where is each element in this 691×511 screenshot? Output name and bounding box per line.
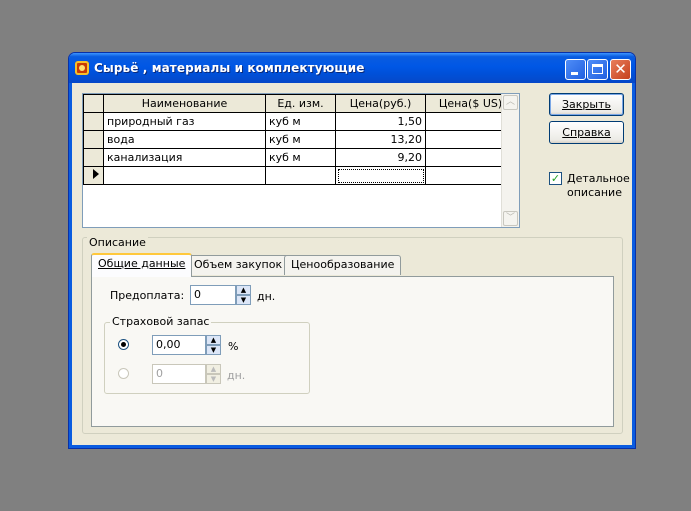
- cell-unit[interactable]: куб м: [265, 130, 336, 149]
- spin-up-icon[interactable]: ▲: [206, 335, 221, 345]
- minimize-button[interactable]: [565, 59, 586, 80]
- percent-input[interactable]: 0,00: [152, 335, 206, 355]
- tab-pricing[interactable]: Ценообразование: [284, 255, 402, 275]
- row-indicator[interactable]: [83, 112, 104, 131]
- tab-pricing-label: Ценообразование: [291, 258, 395, 271]
- table-row[interactable]: природный газ куб м 1,50: [83, 112, 516, 131]
- cell-unit[interactable]: куб м: [265, 148, 336, 167]
- row-indicator[interactable]: [83, 130, 104, 149]
- new-cell-unit[interactable]: [265, 166, 336, 185]
- column-header-price-rub[interactable]: Цена(руб.): [335, 94, 426, 113]
- table-row[interactable]: канализация куб м 9,20: [83, 148, 516, 167]
- description-legend: Описание: [87, 236, 148, 249]
- help-button[interactable]: Справка: [549, 121, 624, 144]
- row-pointer-icon: [93, 169, 99, 179]
- window-title: Сырьё , материалы и комплектующие: [94, 61, 365, 75]
- tab-purchase-volume[interactable]: Объем закупок: [187, 255, 290, 275]
- column-header-name[interactable]: Наименование: [103, 94, 266, 113]
- tab-general[interactable]: Общие данные: [91, 253, 193, 277]
- percent-spinner[interactable]: ▲ ▼: [206, 335, 221, 355]
- detail-checkbox-label[interactable]: Детальное описание: [567, 172, 630, 200]
- close-button[interactable]: Закрыть: [549, 93, 624, 116]
- app-icon: [75, 61, 89, 75]
- percent-unit: %: [228, 340, 239, 353]
- cell-unit[interactable]: куб м: [265, 112, 336, 131]
- spin-down-icon[interactable]: ▼: [236, 295, 251, 305]
- grid-vertical-scrollbar[interactable]: ︿ ﹀: [501, 94, 519, 227]
- cell-price-rub[interactable]: 9,20: [335, 148, 426, 167]
- close-icon: ✕: [614, 60, 627, 78]
- window: Сырьё , материалы и комплектующие ✕ Наим…: [68, 52, 636, 449]
- days-spinner[interactable]: ▲ ▼: [206, 364, 221, 384]
- spin-down-icon[interactable]: ▼: [206, 374, 221, 384]
- spin-up-icon[interactable]: ▲: [206, 364, 221, 374]
- prepay-spinner[interactable]: ▲ ▼: [236, 285, 251, 305]
- days-radio[interactable]: [118, 368, 129, 379]
- maximize-button[interactable]: [587, 59, 608, 80]
- new-cell-name[interactable]: [103, 166, 266, 185]
- cell-name[interactable]: природный газ: [103, 112, 266, 131]
- new-cell-price-rub[interactable]: [335, 166, 426, 185]
- close-window-button[interactable]: ✕: [610, 59, 631, 80]
- detail-label-line1: Детальное: [567, 172, 630, 185]
- cell-price-rub[interactable]: 1,50: [335, 112, 426, 131]
- insurance-reserve-legend: Страховой запас: [110, 315, 212, 328]
- cell-price-rub[interactable]: 13,20: [335, 130, 426, 149]
- close-button-label: Закрыть: [562, 98, 611, 111]
- row-indicator[interactable]: [83, 148, 104, 167]
- tab-purchase-volume-label: Объем закупок: [194, 258, 283, 271]
- materials-table: Наименование Ед. изм. Цена(руб.) Цена($ …: [83, 94, 516, 185]
- row-indicator-header: [83, 94, 104, 113]
- prepay-unit: дн.: [257, 290, 276, 303]
- scroll-up-button[interactable]: ︿: [503, 95, 518, 110]
- prepay-label: Предоплата:: [110, 289, 185, 302]
- days-input[interactable]: 0: [152, 364, 206, 384]
- spin-down-icon[interactable]: ▼: [206, 345, 221, 355]
- maximize-icon: [592, 64, 603, 74]
- table-header-row: Наименование Ед. изм. Цена(руб.) Цена($ …: [83, 94, 516, 113]
- scroll-down-button[interactable]: ﹀: [503, 211, 518, 226]
- cell-name[interactable]: вода: [103, 130, 266, 149]
- detail-checkbox[interactable]: ✓: [549, 172, 562, 185]
- detail-label-line2: описание: [567, 186, 622, 199]
- tab-general-label: Общие данные: [98, 257, 186, 270]
- table-row[interactable]: вода куб м 13,20: [83, 130, 516, 149]
- current-row-indicator[interactable]: [83, 166, 104, 185]
- help-button-label: Справка: [562, 126, 611, 139]
- minimize-icon: [571, 72, 578, 75]
- materials-grid[interactable]: Наименование Ед. изм. Цена(руб.) Цена($ …: [82, 93, 520, 228]
- column-header-unit[interactable]: Ед. изм.: [265, 94, 336, 113]
- days-unit: дн.: [227, 369, 246, 382]
- cell-name[interactable]: канализация: [103, 148, 266, 167]
- prepay-input[interactable]: 0: [190, 285, 236, 305]
- percent-radio[interactable]: [118, 339, 129, 350]
- title-bar[interactable]: Сырьё , материалы и комплектующие ✕: [69, 53, 635, 83]
- new-row[interactable]: [83, 166, 516, 185]
- spin-up-icon[interactable]: ▲: [236, 285, 251, 295]
